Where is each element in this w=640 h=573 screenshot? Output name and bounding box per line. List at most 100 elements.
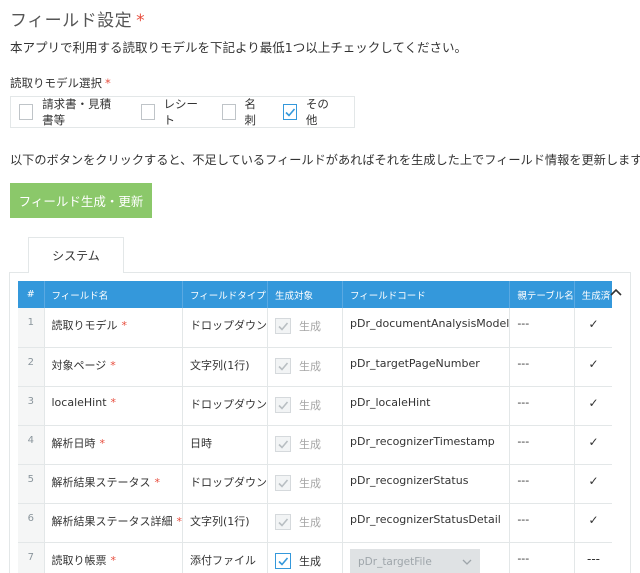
chevron-up-icon[interactable]	[608, 286, 624, 298]
field-name: 解析結果ステータス詳細	[51, 514, 173, 528]
chevron-down-icon	[462, 559, 472, 565]
field-code: pDr_targetPageNumber	[350, 356, 480, 370]
field-code-cell: pDr_documentAnalysisModel	[342, 308, 511, 348]
field-code-cell: pDr_recognizerTimestamp	[342, 425, 511, 465]
page-title-text: フィールド設定	[10, 11, 133, 31]
generated-status: ---	[574, 542, 613, 573]
generate-target-cell: 生成	[267, 425, 343, 465]
model-option-checkbox[interactable]	[19, 104, 34, 120]
check-icon	[278, 556, 289, 566]
model-option-checkbox[interactable]	[282, 104, 297, 120]
field-code: pDr_documentAnalysisModel	[350, 317, 510, 330]
required-mark: *	[110, 358, 116, 372]
generated-status: ✓	[574, 386, 613, 426]
field-type: ドロップダウン	[182, 464, 268, 504]
check-icon	[278, 517, 289, 527]
generate-target-cell: 生成	[267, 542, 343, 573]
generate-label: 生成	[299, 398, 321, 412]
field-type: 添付ファイル	[182, 542, 268, 573]
check-icon	[278, 478, 289, 488]
field-code-value: pDr_targetFile	[358, 555, 432, 568]
field-code-cell: pDr_recognizerStatus	[342, 464, 511, 504]
generated-status: ✓	[574, 425, 613, 465]
field-name-cell: 解析結果ステータス *	[44, 464, 183, 504]
generate-label: 生成	[299, 320, 321, 333]
generate-target-cell: 生成	[267, 386, 343, 426]
parent-table-name: ---	[509, 425, 575, 465]
field-code: pDr_recognizerTimestamp	[350, 434, 495, 448]
table-row: 3 localeHint * ドロップダウン 生成 pDr_localeHint --- ✓	[18, 386, 613, 426]
table-row: 7 読取り帳票 * 添付ファイル 生成 pDr_targetFile --- ---	[18, 542, 613, 573]
model-option[interactable]: その他	[282, 96, 335, 128]
field-code-cell: pDr_recognizerStatusDetail	[342, 503, 511, 543]
check-icon	[278, 439, 289, 449]
parent-table-name: ---	[509, 308, 575, 348]
field-code-cell: pDr_targetFile	[342, 542, 511, 573]
generate-checkbox-group: 生成	[275, 396, 342, 413]
generate-checkbox	[275, 357, 291, 374]
check-icon	[278, 400, 289, 410]
generate-target-cell: 生成	[267, 308, 343, 348]
model-selection-label-text: 読取りモデル選択	[10, 76, 102, 90]
generate-checkbox[interactable]	[275, 552, 291, 569]
generate-checkbox	[275, 396, 291, 413]
row-number: 4	[18, 425, 45, 465]
field-code: pDr_localeHint	[350, 395, 431, 409]
generate-checkbox	[275, 513, 291, 530]
required-mark: *	[99, 436, 106, 450]
model-option-label: 名刺	[244, 97, 257, 127]
generate-checkbox-group: 生成	[275, 513, 342, 530]
generate-target-cell: 生成	[267, 464, 343, 504]
fields-table: # フィールド名 フィールドタイプ 生成対象 フィールドコード 親テーブル名 生…	[18, 281, 613, 573]
required-mark: *	[110, 395, 117, 409]
row-number: 3	[18, 386, 45, 426]
generate-label: 生成	[299, 476, 321, 490]
generate-checkbox-group[interactable]: 生成	[275, 552, 342, 569]
field-code-cell: pDr_targetPageNumber	[342, 347, 511, 387]
model-option-checkbox[interactable]	[221, 104, 236, 120]
table-row: 2 対象ページ * 文字列(1行) 生成 pDr_targetPageNumber --- ✓	[18, 347, 613, 387]
column-header-field-type: フィールドタイプ	[182, 281, 268, 308]
model-option[interactable]: 請求書・見積書等	[19, 96, 122, 128]
field-name: 解析日時	[51, 436, 96, 450]
required-mark: *	[105, 76, 111, 90]
table-row: 5 解析結果ステータス * ドロップダウン 生成 pDr_recognizerStatus…	[18, 464, 613, 504]
model-option-checkbox[interactable]	[140, 104, 155, 120]
generate-label: 生成	[299, 554, 321, 568]
generate-checkbox	[275, 435, 291, 452]
field-name-cell: 対象ページ *	[44, 347, 183, 387]
page-title: フィールド設定 *	[10, 6, 145, 31]
generate-checkbox	[275, 318, 291, 334]
intro-text: 本アプリで利用する読取りモデルを下記より最低1つ以上チェックしてください。	[10, 40, 467, 55]
column-header-generate-target: 生成対象	[267, 281, 343, 308]
parent-table-name: ---	[509, 542, 575, 573]
required-mark: *	[110, 553, 117, 567]
parent-table-name: ---	[509, 503, 575, 543]
field-code: pDr_recognizerStatusDetail	[350, 512, 501, 526]
fields-table-panel: # フィールド名 フィールドタイプ 生成対象 フィールドコード 親テーブル名 生…	[9, 272, 631, 573]
generated-status: ✓	[574, 503, 613, 543]
table-row: 4 解析日時 * 日時 生成 pDr_recognizerTimestamp --- ✓	[18, 425, 613, 465]
row-number: 6	[18, 503, 45, 543]
tab-system[interactable]: システム	[28, 237, 124, 273]
model-option[interactable]: レシート	[140, 96, 203, 128]
notice-text: 以下のボタンをクリックすると、不足しているフィールドがあればそれを生成した上でフ…	[10, 153, 640, 167]
field-name-cell: 解析日時 *	[44, 425, 183, 465]
row-number: 5	[18, 464, 45, 504]
table-row: 6 解析結果ステータス詳細 * 文字列(1行) 生成 pDr_recognizerStat…	[18, 503, 613, 543]
model-option-label: レシート	[163, 97, 199, 127]
field-name: 読取り帳票	[51, 553, 107, 567]
field-code-select[interactable]: pDr_targetFile	[350, 548, 480, 573]
generate-target-cell: 生成	[267, 503, 343, 543]
row-number: 7	[18, 542, 45, 573]
check-icon	[278, 322, 289, 331]
table-row: 1 読取りモデル * ドロップダウン 生成 pDr_documentAnalysisMod…	[18, 308, 613, 348]
required-mark: *	[154, 475, 161, 489]
model-option[interactable]: 名刺	[221, 96, 264, 128]
generated-status: ✓	[574, 308, 613, 348]
generate-checkbox-group: 生成	[275, 318, 342, 334]
generate-update-button[interactable]: フィールド生成・更新	[10, 183, 152, 218]
required-mark: *	[176, 514, 182, 528]
required-mark: *	[136, 11, 146, 31]
field-type: 日時	[182, 425, 268, 465]
